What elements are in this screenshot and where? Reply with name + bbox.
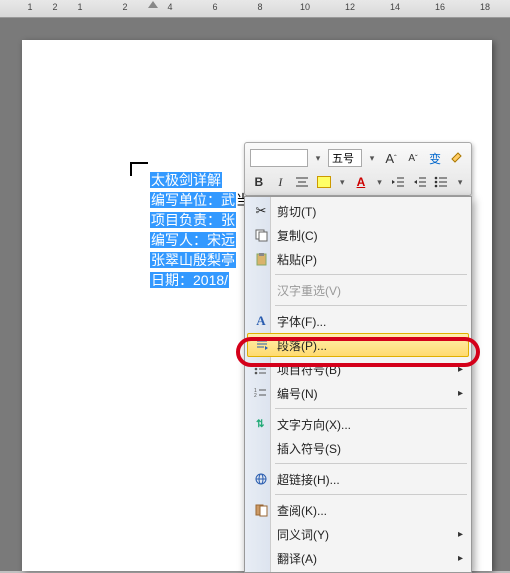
menu-synonyms[interactable]: 同义词(Y) ▸: [247, 522, 469, 546]
menu-cut[interactable]: ✂ 剪切(T): [247, 199, 469, 223]
menu-label: 文字方向(X)...: [277, 416, 351, 433]
decrease-indent-button[interactable]: [389, 173, 407, 191]
paste-icon: [252, 250, 270, 268]
mini-toolbar: ▾ 五号 ▾ Aˆ Aˇ 变 B I ▾ A ▾ ▾: [244, 142, 472, 196]
format-painter-button[interactable]: [448, 149, 466, 167]
menu-label: 字体(F)...: [277, 313, 326, 330]
menu-paste[interactable]: 粘贴(P): [247, 247, 469, 271]
italic-button[interactable]: I: [272, 173, 290, 191]
numbering-icon: 12: [252, 384, 270, 402]
bullets-icon: [252, 360, 270, 378]
menu-label: 同义词(Y): [277, 526, 329, 543]
menu-separator: [275, 274, 467, 275]
font-icon: A: [252, 312, 270, 330]
horizontal-ruler[interactable]: 1 2 1 2 4 6 8 10 12 14 16 18: [0, 0, 510, 18]
text-direction-icon: ⇅: [252, 415, 270, 433]
menu-font[interactable]: A 字体(F)...: [247, 309, 469, 333]
menu-separator: [275, 463, 467, 464]
menu-label: 复制(C): [277, 227, 318, 244]
hyperlink-icon: [252, 470, 270, 488]
lookup-icon: [252, 501, 270, 519]
highlight-button[interactable]: [315, 173, 333, 191]
submenu-arrow-icon: ▸: [458, 388, 463, 399]
dropdown-icon[interactable]: ▾: [336, 177, 348, 188]
svg-text:2: 2: [254, 393, 257, 399]
menu-label: 项目符号(B): [277, 361, 341, 378]
menu-separator: [275, 494, 467, 495]
grow-font-button[interactable]: Aˆ: [382, 149, 400, 167]
paragraph-icon: [253, 336, 271, 354]
menu-separator: [275, 408, 467, 409]
menu-reconvert: 汉字重选(V): [247, 278, 469, 302]
menu-label: 粘贴(P): [277, 251, 317, 268]
submenu-arrow-icon: ▸: [458, 553, 463, 564]
context-menu: ✂ 剪切(T) 复制(C) 粘贴(P) 汉字重选(V) A 字体(F)... 段…: [244, 196, 472, 573]
font-color-button[interactable]: A: [352, 173, 370, 191]
dropdown-icon[interactable]: ▾: [454, 177, 466, 188]
menu-paragraph[interactable]: 段落(P)...: [247, 333, 469, 357]
shrink-font-button[interactable]: Aˇ: [404, 149, 422, 167]
menu-separator: [275, 305, 467, 306]
menu-label: 剪切(T): [277, 203, 316, 220]
align-center-button[interactable]: [293, 173, 311, 191]
menu-translate[interactable]: 翻译(A) ▸: [247, 546, 469, 570]
bold-button[interactable]: B: [250, 173, 268, 191]
dropdown-icon[interactable]: ▾: [366, 153, 378, 164]
font-name-combo[interactable]: [250, 149, 308, 167]
dropdown-icon[interactable]: ▾: [312, 153, 324, 164]
submenu-arrow-icon: ▸: [458, 529, 463, 540]
menu-text-direction[interactable]: ⇅ 文字方向(X)...: [247, 412, 469, 436]
menu-insert-symbol[interactable]: 插入符号(S): [247, 436, 469, 460]
menu-label: 编号(N): [277, 385, 318, 402]
submenu-arrow-icon: ▸: [458, 364, 463, 375]
bullets-button[interactable]: [433, 173, 451, 191]
menu-bullets[interactable]: 项目符号(B) ▸: [247, 357, 469, 381]
dropdown-icon[interactable]: ▾: [374, 177, 386, 188]
menu-numbering[interactable]: 12 编号(N) ▸: [247, 381, 469, 405]
menu-lookup[interactable]: 查阅(K)...: [247, 498, 469, 522]
font-size-combo[interactable]: 五号: [328, 149, 362, 167]
menu-copy[interactable]: 复制(C): [247, 223, 469, 247]
increase-indent-button[interactable]: [411, 173, 429, 191]
menu-label: 段落(P)...: [277, 337, 327, 354]
margin-marker: [130, 162, 148, 164]
menu-hyperlink[interactable]: 超链接(H)...: [247, 467, 469, 491]
indent-marker[interactable]: [148, 1, 158, 8]
menu-label: 翻译(A): [277, 550, 317, 567]
menu-label: 超链接(H)...: [277, 471, 340, 488]
change-case-button[interactable]: 变: [426, 149, 444, 167]
scissors-icon: ✂: [252, 202, 270, 220]
menu-label: 查阅(K)...: [277, 502, 327, 519]
menu-label: 插入符号(S): [277, 440, 341, 457]
menu-label: 汉字重选(V): [277, 282, 341, 299]
svg-text:⇅: ⇅: [256, 419, 265, 430]
copy-icon: [252, 226, 270, 244]
